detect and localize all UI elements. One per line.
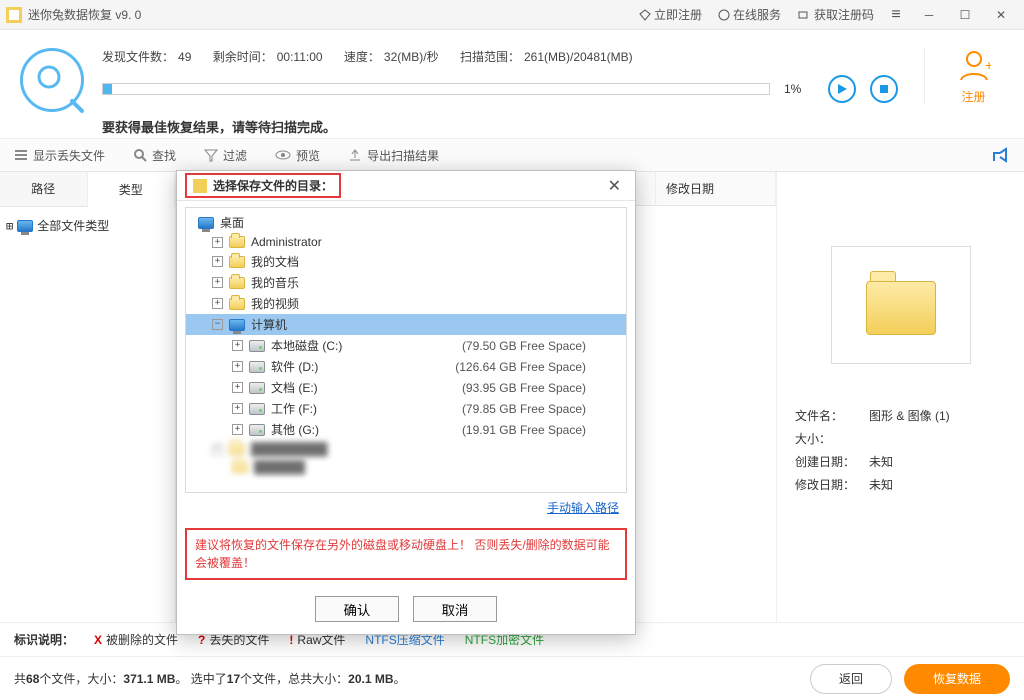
tree-video[interactable]: +我的视频: [186, 293, 626, 314]
tree-admin[interactable]: +Administrator: [186, 233, 626, 251]
dialog-cancel-button[interactable]: 取消: [413, 596, 497, 622]
search-icon: [133, 148, 147, 162]
folder-icon: [229, 298, 245, 310]
tab-type[interactable]: 类型: [88, 173, 176, 207]
register-column[interactable]: + 注册: [924, 48, 1004, 105]
scan-meta: 发现文件数：49 剩余时间：00:11:00 速度：32(MB)/秒 扫描范围：…: [102, 48, 898, 65]
menu-button[interactable]: ≡: [882, 6, 910, 24]
tree-computer[interactable]: −计算机: [186, 314, 626, 335]
show-lost-files-button[interactable]: 显示丢失文件: [14, 147, 105, 164]
scan-tip: 要获得最佳恢复结果，请等待扫描完成。: [102, 117, 898, 136]
dialog-title-bar: 选择保存文件的目录： ✕: [177, 171, 635, 201]
filter-button[interactable]: 过滤: [204, 147, 247, 164]
filter-icon: [204, 148, 218, 162]
title-bar: 迷你兔数据恢复 v9. 0 立即注册 在线服务 获取注册码 ≡ ─ ☐ ✕: [0, 0, 1024, 30]
footer: 共68个文件，大小：371.1 MB。 选中了17个文件，总共大小：20.1 M…: [0, 656, 1024, 700]
monitor-icon: [17, 220, 33, 232]
list-icon: [14, 148, 28, 162]
scan-percent: 1%: [784, 82, 814, 96]
manual-path-link[interactable]: 手动输入路径: [547, 501, 619, 515]
tree-music[interactable]: +我的音乐: [186, 272, 626, 293]
desktop-icon: [198, 217, 214, 229]
tree-desktop[interactable]: 桌面: [186, 212, 626, 233]
preview-pane: 文件名：图形 & 图像 (1) 大小： 创建日期：未知 修改日期：未知: [776, 172, 1024, 622]
left-tabs: 路径 类型: [0, 172, 175, 207]
preview-button[interactable]: 预览: [275, 147, 320, 164]
get-reg-code-link[interactable]: 获取注册码: [797, 6, 874, 23]
play-button[interactable]: [828, 75, 856, 103]
export-button[interactable]: 导出扫描结果: [348, 147, 439, 164]
back-button[interactable]: 返回: [810, 664, 892, 694]
tree-documents[interactable]: +我的文档: [186, 251, 626, 272]
folder-icon: [229, 256, 245, 268]
dialog-warning: 建议将恢复的文件保存在另外的磁盘或移动硬盘上！ 否则丢失/删除的数据可能会被覆盖…: [185, 528, 627, 580]
export-icon: [348, 148, 362, 162]
preview-name: 图形 & 图像 (1): [869, 407, 950, 424]
tree-drive-c[interactable]: +本地磁盘 (C:)(79.50 GB Free Space): [186, 335, 626, 356]
folder-icon: [866, 275, 936, 335]
scan-status: 发现文件数：49 剩余时间：00:11:00 速度：32(MB)/秒 扫描范围：…: [0, 30, 1024, 138]
tree-root[interactable]: ⊞ 全部文件类型: [6, 215, 169, 236]
svg-text:+: +: [985, 57, 991, 73]
dialog-ok-button[interactable]: 确认: [315, 596, 399, 622]
drive-icon: [249, 403, 265, 415]
tree-blurred-2[interactable]: ██████: [186, 458, 626, 476]
left-pane: 路径 类型 ⊞ 全部文件类型: [0, 172, 176, 622]
recover-button[interactable]: 恢复数据: [904, 664, 1010, 694]
drive-icon: [249, 361, 265, 373]
preview-created: 未知: [869, 453, 893, 470]
stop-button[interactable]: [870, 75, 898, 103]
directory-tree[interactable]: 桌面 +Administrator +我的文档 +我的音乐 +我的视频 −计算机…: [185, 207, 627, 493]
share-button[interactable]: [992, 147, 1010, 163]
user-icon: +: [957, 48, 991, 82]
preview-thumbnail: [795, 190, 1006, 404]
legend-deleted: X被删除的文件: [94, 631, 178, 648]
tree-drive-f[interactable]: +工作 (F:)(79.85 GB Free Space): [186, 398, 626, 419]
save-directory-dialog: 选择保存文件的目录： ✕ 桌面 +Administrator +我的文档 +我的…: [176, 170, 636, 635]
tree-drive-d[interactable]: +软件 (D:)(126.64 GB Free Space): [186, 356, 626, 377]
scan-progress: [102, 83, 770, 95]
drive-icon: [249, 382, 265, 394]
close-button[interactable]: ✕: [984, 3, 1018, 27]
tree-blurred-1[interactable]: +█████████: [186, 440, 626, 458]
dialog-close-button[interactable]: ✕: [602, 176, 627, 196]
register-now-link[interactable]: 立即注册: [639, 6, 702, 23]
maximize-button[interactable]: ☐: [948, 3, 982, 27]
toolbar: 显示丢失文件 查找 过滤 预览 导出扫描结果: [0, 138, 1024, 172]
drive-icon: [249, 340, 265, 352]
type-tree[interactable]: ⊞ 全部文件类型: [0, 207, 175, 244]
gem-icon: [639, 9, 651, 21]
folder-icon: [229, 277, 245, 289]
tree-drive-e[interactable]: +文档 (E:)(93.95 GB Free Space): [186, 377, 626, 398]
selection-summary: 共68个文件，大小：371.1 MB。 选中了17个文件，总共大小：20.1 M…: [14, 670, 798, 687]
find-button[interactable]: 查找: [133, 147, 176, 164]
drive-icon: [249, 424, 265, 436]
eye-icon: [275, 148, 291, 162]
dialog-title: 选择保存文件的目录：: [213, 177, 333, 194]
tree-drive-g[interactable]: +其他 (G:)(19.91 GB Free Space): [186, 419, 626, 440]
tab-path[interactable]: 路径: [0, 172, 88, 206]
minimize-button[interactable]: ─: [912, 3, 946, 27]
computer-icon: [229, 319, 245, 331]
cart-icon: [797, 9, 811, 21]
app-icon: [6, 7, 22, 23]
dialog-app-icon: [193, 179, 207, 193]
user-folder-icon: [229, 236, 245, 248]
magnifier-icon: [20, 48, 84, 112]
headset-icon: [718, 9, 730, 21]
col-modified[interactable]: 修改日期: [656, 172, 776, 205]
online-service-link[interactable]: 在线服务: [718, 6, 781, 23]
preview-modified: 未知: [869, 476, 893, 493]
app-title: 迷你兔数据恢复 v9. 0: [28, 6, 141, 23]
